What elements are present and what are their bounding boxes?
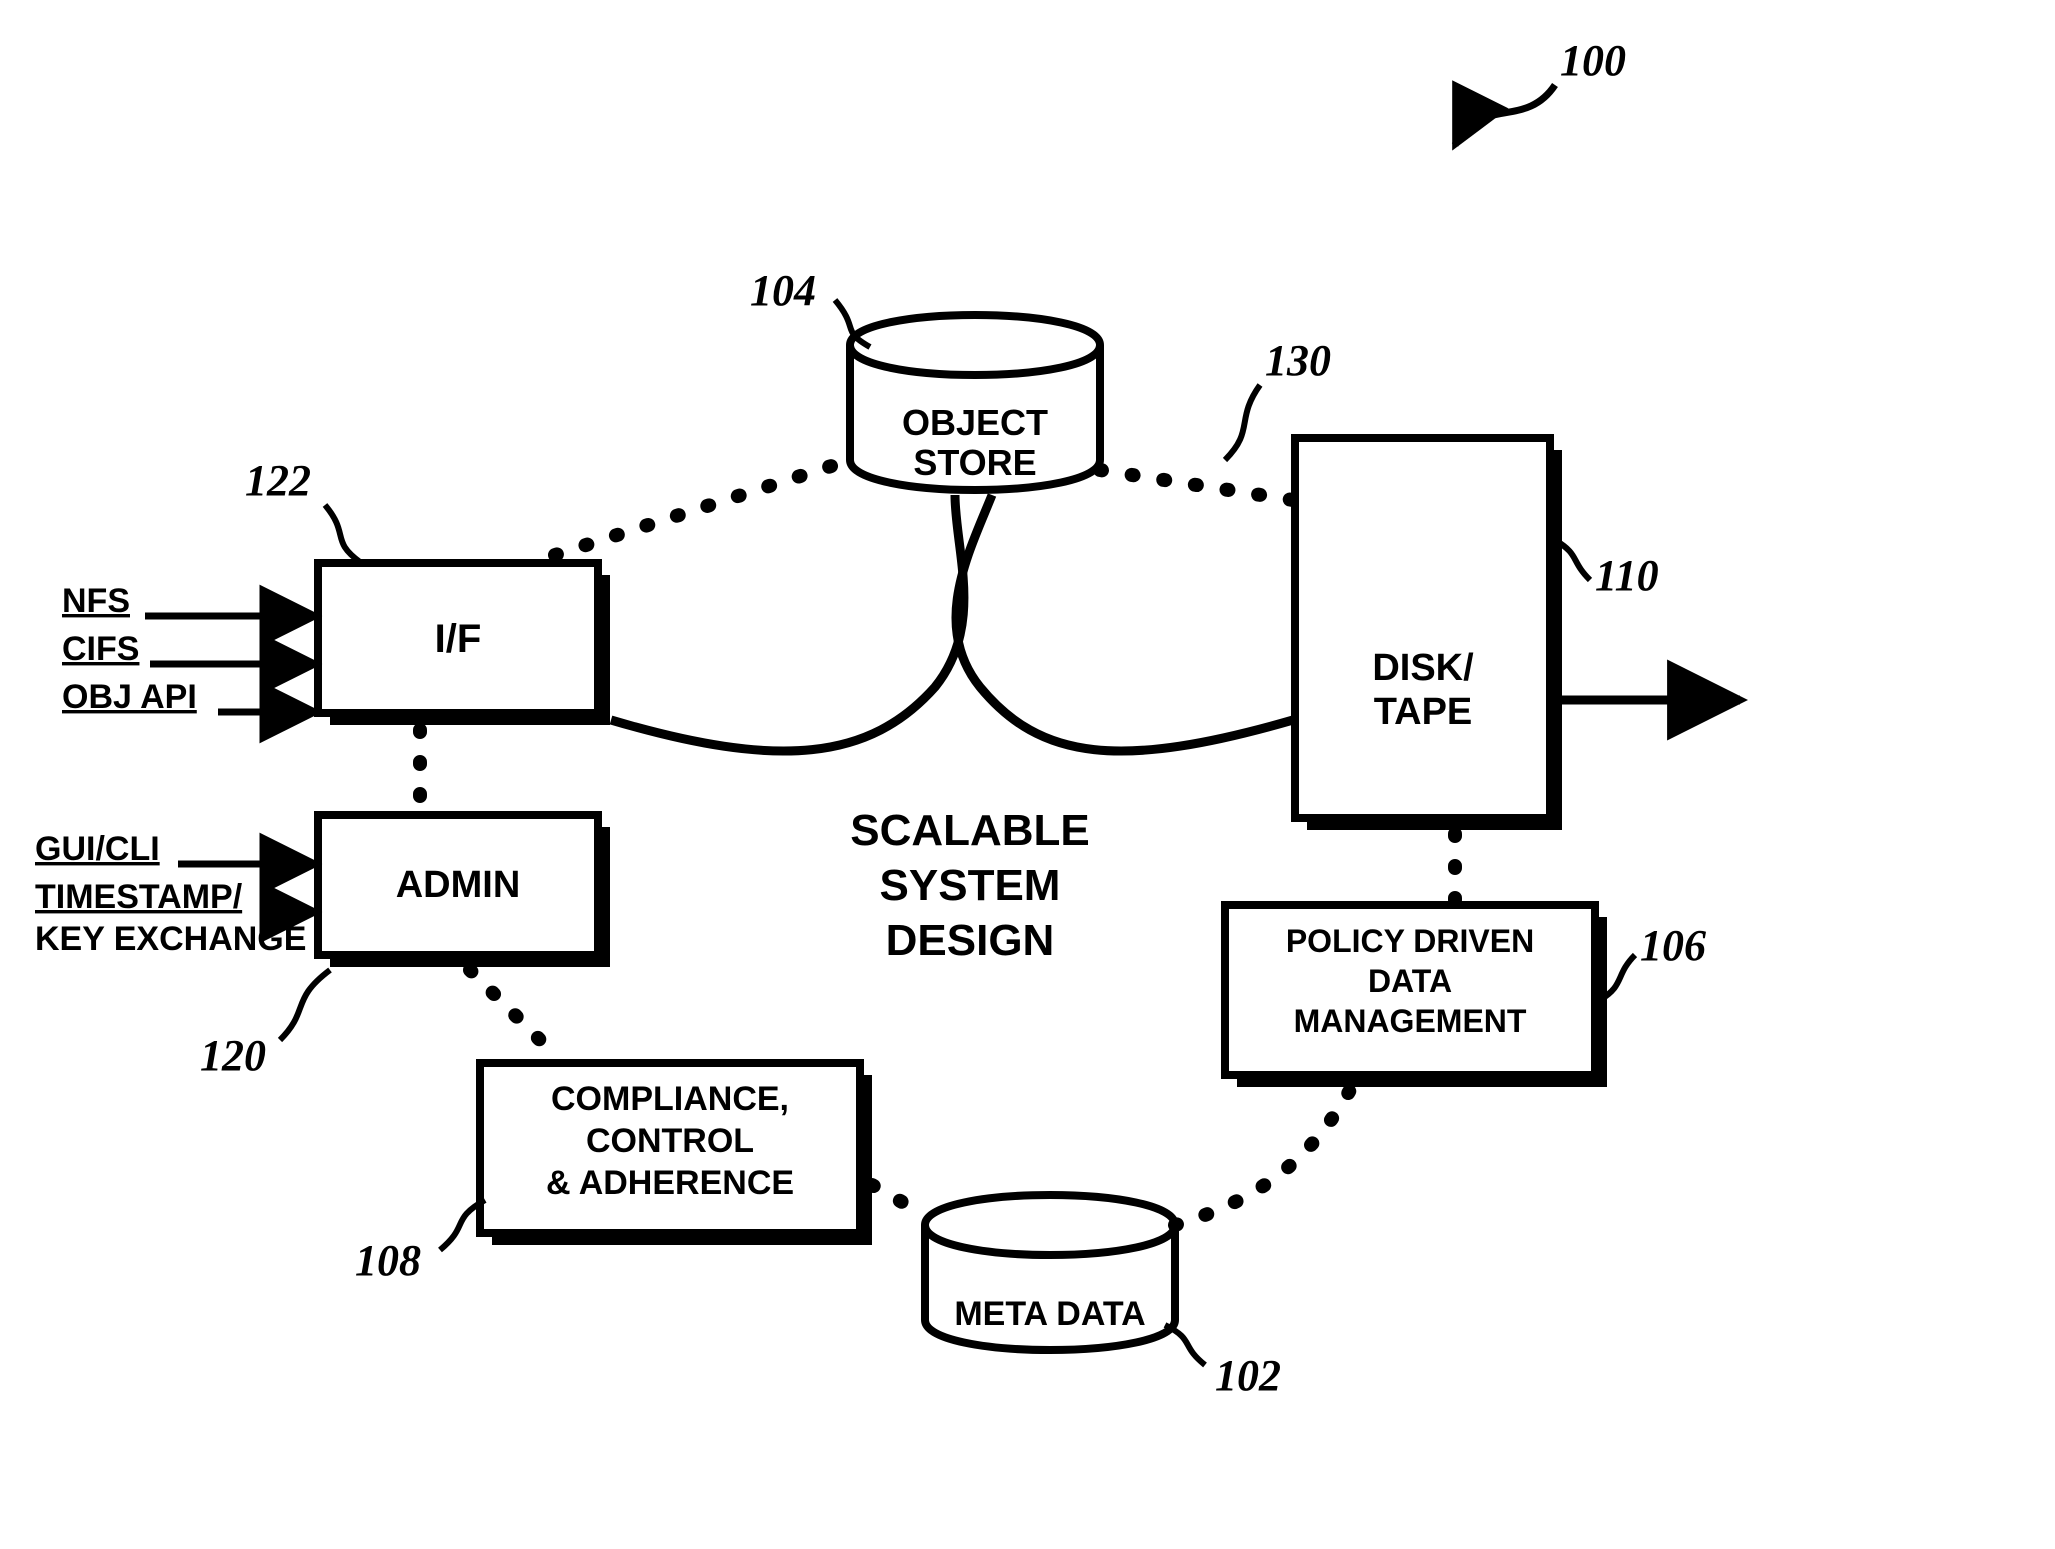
compliance-l1: COMPLIANCE, xyxy=(551,1080,789,1118)
center-l2: SYSTEM xyxy=(880,861,1061,910)
if-ref: 122 xyxy=(245,456,311,505)
disk-tape-l2: TAPE xyxy=(1374,691,1473,733)
metadata-ref: 102 xyxy=(1215,1351,1281,1400)
if-input-nfs: NFS xyxy=(62,582,130,620)
if-input-objapi: OBJ API xyxy=(62,678,197,716)
admin-input-ts: TIMESTAMP/ xyxy=(35,878,243,916)
policy-l2: DATA xyxy=(1368,963,1452,999)
admin-input-kx: KEY EXCHANGE xyxy=(35,920,306,958)
compliance-l2: CONTROL xyxy=(586,1122,754,1160)
link-130-label: 130 xyxy=(1265,336,1331,385)
if-block: I/F 122 xyxy=(245,456,610,725)
object-store-l1: OBJECT xyxy=(902,402,1048,443)
compliance-block: COMPLIANCE, CONTROL & ADHERENCE 108 xyxy=(355,1063,872,1285)
admin-label: ADMIN xyxy=(396,864,521,906)
if-label: I/F xyxy=(435,617,482,661)
compliance-l3: & ADHERENCE xyxy=(546,1164,794,1202)
policy-l1: POLICY DRIVEN xyxy=(1286,923,1534,959)
policy-ref: 106 xyxy=(1640,921,1706,970)
disk-tape-block: DISK/ TAPE 110 xyxy=(1295,438,1740,830)
crossing-curves xyxy=(611,495,1293,751)
center-l3: DESIGN xyxy=(886,916,1055,965)
compliance-ref: 108 xyxy=(355,1236,421,1285)
admin-input-gui: GUI/CLI xyxy=(35,830,160,868)
metadata-label: META DATA xyxy=(954,1295,1145,1333)
policy-l3: MANAGEMENT xyxy=(1294,1003,1527,1039)
policy-block: POLICY DRIVEN DATA MANAGEMENT 106 xyxy=(1225,905,1706,1087)
disk-tape-l1: DISK/ xyxy=(1372,647,1474,689)
object-store-cylinder: OBJECT STORE 104 xyxy=(750,266,1100,490)
object-store-ref: 104 xyxy=(750,266,816,315)
metadata-cylinder: META DATA 102 xyxy=(925,1195,1281,1400)
if-input-cifs: CIFS xyxy=(62,630,139,668)
admin-inputs: GUI/CLI TIMESTAMP/ KEY EXCHANGE xyxy=(35,830,316,958)
disk-tape-ref: 110 xyxy=(1595,551,1659,600)
figure-ref: 100 xyxy=(1455,36,1626,145)
if-inputs: NFS CIFS OBJ API xyxy=(62,582,316,716)
center-l1: SCALABLE xyxy=(850,806,1090,855)
object-store-l2: STORE xyxy=(913,442,1036,483)
figure-ref-label: 100 xyxy=(1560,36,1626,85)
admin-ref: 120 xyxy=(200,1031,266,1080)
center-title: SCALABLE SYSTEM DESIGN xyxy=(850,806,1090,965)
